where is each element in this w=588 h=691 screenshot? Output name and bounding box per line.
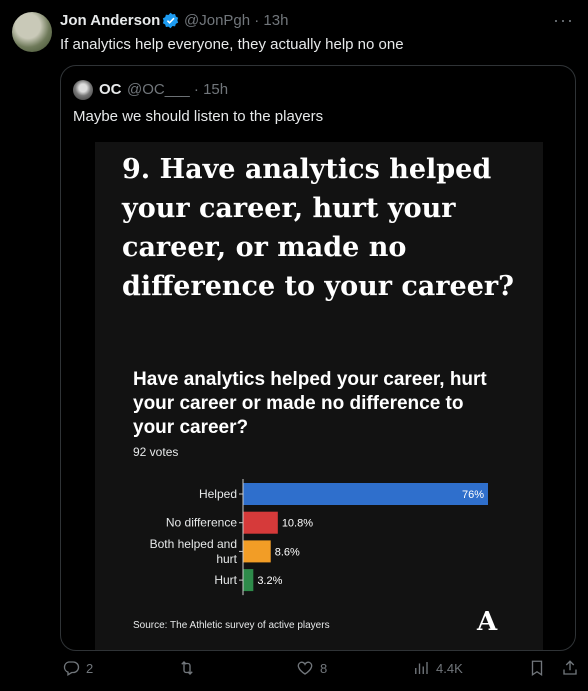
value-label-0: 76% <box>462 489 484 501</box>
author-name[interactable]: Jon Anderson <box>60 12 160 29</box>
bar-chart: Helped 76% No difference 10.8% Both helped a… <box>150 479 488 596</box>
bookmark-icon <box>531 660 543 677</box>
bar-0 <box>243 483 488 505</box>
author-handle[interactable]: @JonPgh · 13h <box>184 12 288 29</box>
chart-source: Source: The Athletic survey of active pl… <box>133 620 330 631</box>
quote-text: Maybe we should listen to the players <box>73 108 324 125</box>
heart-icon <box>297 661 313 675</box>
tweet-text: If analytics help everyone, they actuall… <box>60 36 404 53</box>
bookmark-button[interactable] <box>528 659 546 677</box>
category-label-0: Helped <box>199 487 237 501</box>
quote-author-handle: @OC___ · 15h <box>127 81 229 98</box>
like-count: 8 <box>320 660 328 676</box>
retweet-icon <box>181 661 193 675</box>
quoted-tweet[interactable]: OC @OC___ · 15h Maybe we should listen t… <box>60 65 576 651</box>
bar-2 <box>243 540 271 563</box>
quote-author-name: OC <box>99 81 122 98</box>
value-label-2: 8.6% <box>275 546 300 558</box>
quote-avatar[interactable] <box>73 80 93 100</box>
reply-count: 2 <box>86 660 94 676</box>
avatar[interactable] <box>12 12 52 52</box>
the-athletic-logo: A <box>477 607 498 637</box>
bar-1 <box>243 511 278 534</box>
view-count: 4.4K <box>436 660 463 676</box>
views-button[interactable]: 4.4K <box>412 659 463 677</box>
retweet-button[interactable] <box>178 659 202 677</box>
tweet-actions: 2 8 4.4K <box>0 659 588 683</box>
value-label-3: 3.2% <box>257 575 282 587</box>
category-label-3: Hurt <box>214 573 237 587</box>
more-options-icon[interactable]: ··· <box>553 10 574 31</box>
attached-image[interactable]: 9. Have analytics helped your career, hu… <box>95 142 543 650</box>
verified-badge-icon <box>162 12 179 29</box>
share-button[interactable] <box>561 659 579 677</box>
like-button[interactable]: 8 <box>296 659 327 677</box>
bar-3 <box>243 569 254 592</box>
category-label-2: Both helped and hurt <box>150 537 238 566</box>
views-chart-icon <box>415 662 428 674</box>
value-label-1: 10.8% <box>282 518 313 530</box>
reply-icon <box>63 661 80 676</box>
share-icon <box>563 660 577 675</box>
reply-button[interactable]: 2 <box>62 659 93 677</box>
category-label-1: No difference <box>166 516 237 530</box>
